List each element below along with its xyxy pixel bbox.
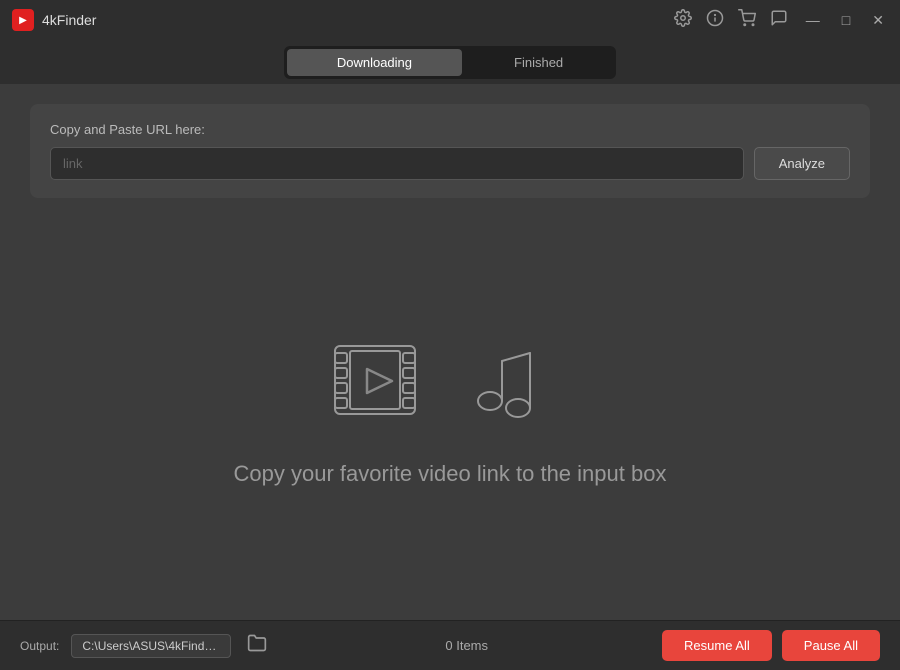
tabbar: Downloading Finished	[0, 40, 900, 84]
tab-finished[interactable]: Finished	[464, 49, 613, 76]
main-content: Copy and Paste URL here: Analyze	[0, 84, 900, 620]
chat-icon[interactable]	[770, 9, 788, 31]
minimize-button[interactable]: —	[802, 10, 824, 30]
items-count: 0 Items	[283, 638, 650, 653]
music-icon	[460, 331, 570, 431]
settings-icon[interactable]	[674, 9, 692, 31]
titlebar-right: — □ ✕	[674, 9, 888, 31]
url-section: Copy and Paste URL here: Analyze	[30, 104, 870, 198]
app-logo	[12, 9, 34, 31]
titlebar-left: 4kFinder	[12, 9, 96, 31]
titlebar: 4kFinder	[0, 0, 900, 40]
url-input[interactable]	[50, 147, 744, 180]
tab-downloading[interactable]: Downloading	[287, 49, 462, 76]
empty-message: Copy your favorite video link to the inp…	[234, 461, 667, 487]
resume-all-button[interactable]: Resume All	[662, 630, 772, 661]
pause-all-button[interactable]: Pause All	[782, 630, 880, 661]
bottombar: Output: C:\Users\ASUS\4kFinder\Do... 0 I…	[0, 620, 900, 670]
url-row: Analyze	[50, 147, 850, 180]
url-label: Copy and Paste URL here:	[50, 122, 850, 137]
empty-state: Copy your favorite video link to the inp…	[30, 208, 870, 610]
empty-icons	[330, 331, 570, 431]
app-title: 4kFinder	[42, 12, 96, 28]
info-icon[interactable]	[706, 9, 724, 31]
maximize-button[interactable]: □	[838, 10, 854, 30]
analyze-button[interactable]: Analyze	[754, 147, 850, 180]
folder-open-icon[interactable]	[243, 631, 271, 660]
cart-icon[interactable]	[738, 9, 756, 31]
close-button[interactable]: ✕	[868, 10, 888, 31]
output-label: Output:	[20, 639, 59, 653]
bottom-buttons: Resume All Pause All	[662, 630, 880, 661]
output-path[interactable]: C:\Users\ASUS\4kFinder\Do...	[71, 634, 231, 658]
video-icon	[330, 331, 440, 431]
tab-group: Downloading Finished	[284, 46, 616, 79]
